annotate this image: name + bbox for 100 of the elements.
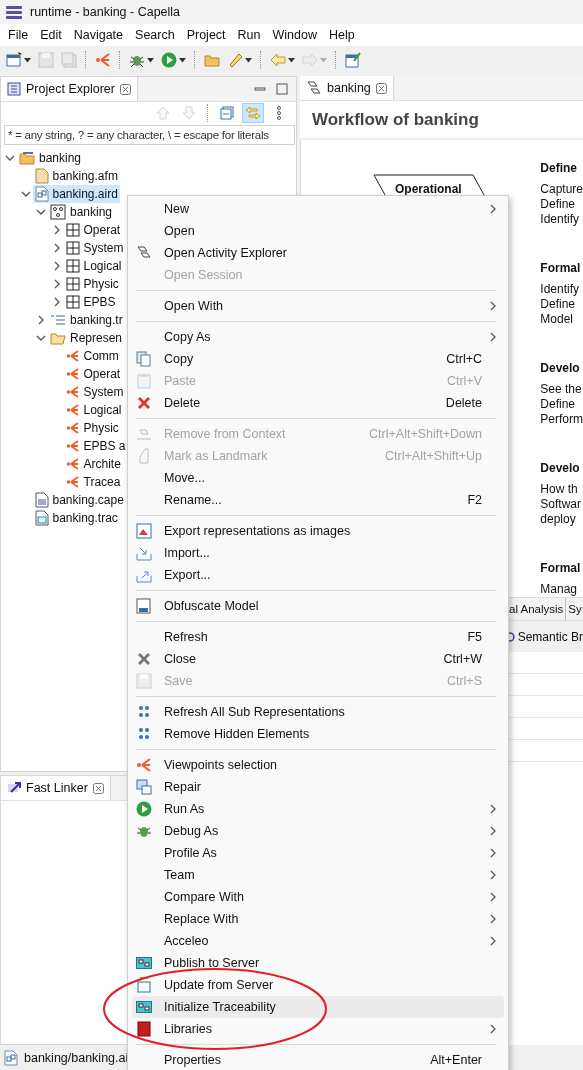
window-title: runtime - banking - Capella — [30, 5, 181, 19]
shortcut-text: Ctrl+S — [446, 674, 482, 688]
context-menu-item[interactable]: Import... — [132, 542, 504, 564]
context-menu-item[interactable]: Viewpoints selection — [132, 754, 504, 776]
context-menu-item[interactable]: Close Ctrl+W — [132, 648, 504, 670]
context-menu-item[interactable]: New — [132, 198, 504, 220]
context-menu-item[interactable]: Remove Hidden Elements — [132, 723, 504, 745]
context-menu-item[interactable]: Export... — [132, 564, 504, 586]
context-menu-item[interactable]: Open — [132, 220, 504, 242]
menu-item[interactable]: Navigate — [67, 25, 130, 45]
panel-tab[interactable]: Sy — [566, 598, 583, 620]
tree-item[interactable]: banking.cape — [32, 491, 126, 509]
context-menu-item[interactable]: Run As — [132, 798, 504, 820]
tree-item[interactable]: Physic — [63, 419, 121, 437]
editor-tab[interactable]: banking — [300, 76, 394, 100]
play-icon — [161, 52, 177, 68]
network-icon — [136, 726, 152, 742]
tree-item[interactable]: banking.trac — [32, 509, 120, 527]
explorer-icon — [7, 82, 21, 96]
view-tab[interactable]: Semantic Br — [517, 629, 583, 644]
chevron-right-icon[interactable] — [36, 315, 46, 325]
tree-item[interactable]: System — [63, 239, 126, 257]
chevron-down-icon[interactable] — [20, 189, 31, 199]
menu-item[interactable]: File — [2, 25, 35, 45]
context-menu-item[interactable]: Properties Alt+Enter — [132, 1049, 504, 1070]
tree-item[interactable]: System — [63, 383, 126, 401]
caret-icon — [245, 57, 252, 63]
context-menu-item[interactable]: Export representations as images — [132, 520, 504, 542]
tree-item[interactable]: Operat — [63, 365, 123, 383]
close-icon — [375, 82, 387, 94]
shortcut-text: Ctrl+Alt+Shift+Down — [369, 427, 482, 441]
context-menu-item[interactable]: Refresh F5 — [132, 626, 504, 648]
context-menu-item[interactable]: Copy As — [132, 326, 504, 348]
tree-item[interactable]: Represen — [48, 329, 125, 347]
fork-icon — [136, 757, 152, 773]
tree-item[interactable]: Physic — [63, 275, 121, 293]
tree-item[interactable]: banking.aird — [32, 185, 120, 203]
fork-icon — [65, 385, 80, 399]
chevron-down-icon[interactable] — [36, 333, 46, 343]
tree-item[interactable]: banking — [17, 149, 84, 167]
context-menu-item[interactable]: Replace With — [132, 908, 504, 930]
chevron-down-icon[interactable] — [5, 153, 15, 163]
tree-item[interactable]: banking.afm — [32, 167, 120, 185]
fork-icon — [65, 367, 80, 381]
context-menu-item[interactable]: Compare With — [132, 886, 504, 908]
paste-icon — [136, 373, 152, 389]
tree-item[interactable]: Logical — [63, 257, 124, 275]
chevron-down-icon[interactable] — [36, 207, 46, 217]
context-menu-item[interactable]: Obfuscate Model — [132, 595, 504, 617]
context-menu-item[interactable]: Delete Delete — [132, 392, 504, 414]
section-title: Formal — [540, 261, 582, 276]
menu-item[interactable]: Project — [180, 25, 232, 45]
context-menu-item[interactable]: Refresh All Sub Representations — [132, 701, 504, 723]
context-menu-item[interactable]: Acceleo — [132, 930, 504, 952]
tree-item[interactable]: Operat — [63, 221, 123, 239]
context-menu-item[interactable]: Open With — [132, 295, 504, 317]
context-menu-item[interactable]: Initialize Traceability — [132, 996, 504, 1018]
context-menu-item[interactable]: Libraries — [132, 1018, 504, 1040]
folder-icon — [204, 52, 220, 68]
context-menu-item[interactable]: Update from Server — [132, 974, 504, 996]
menu-item[interactable]: Run — [231, 25, 267, 45]
tree-item[interactable]: Logical — [63, 401, 124, 419]
binary-file-icon — [136, 598, 152, 614]
shortcut-text: Ctrl+C — [446, 352, 482, 366]
tree-item[interactable]: EPBS a — [63, 437, 128, 455]
tree-item[interactable]: EPBS — [63, 293, 118, 311]
context-menu-item[interactable]: Rename... F2 — [132, 489, 504, 511]
context-menu-item[interactable]: Open Activity Explorer — [132, 242, 504, 264]
context-menu-item[interactable]: Profile As — [132, 842, 504, 864]
tree-item[interactable]: banking.tr — [48, 311, 125, 329]
menu-item[interactable]: Search — [129, 25, 181, 45]
context-menu-item[interactable]: Team — [132, 864, 504, 886]
tree-item[interactable]: Archite — [63, 455, 123, 473]
filter-field[interactable]: * = any string, ? = any character, \ = escape for literals — [4, 125, 295, 145]
menu-item[interactable]: Help — [322, 25, 361, 45]
menu-item[interactable]: Window — [266, 25, 323, 45]
trace-file-icon — [34, 510, 49, 526]
section-title: Define — [540, 161, 578, 176]
link-icon — [7, 781, 21, 795]
view-tab[interactable]: Fast Linker — [1, 776, 111, 800]
section-title: Develo — [540, 461, 581, 476]
grid-icon — [65, 259, 80, 273]
context-menu-item[interactable]: Copy Ctrl+C — [132, 348, 504, 370]
forward-arrow-icon — [302, 52, 318, 68]
tree-item[interactable]: Comm — [63, 347, 121, 365]
section-text: Define — [540, 297, 576, 312]
tree-item[interactable]: Tracea — [63, 473, 123, 491]
tree-item[interactable]: banking — [48, 203, 115, 221]
caret-icon — [147, 57, 154, 63]
context-menu-item[interactable]: Repair — [132, 776, 504, 798]
menu-item[interactable]: Edit — [34, 25, 68, 45]
file-icon — [34, 168, 49, 184]
editor-heading: Workflow of banking — [312, 109, 479, 130]
view-tab[interactable]: Project Explorer — [1, 77, 138, 101]
section-text: Capture — [540, 182, 583, 197]
context-menu-item[interactable]: Debug As — [132, 820, 504, 842]
context-menu-item[interactable]: Move... — [132, 467, 504, 489]
chevron-right-icon — [488, 332, 498, 342]
context-menu-item[interactable]: Publish to Server — [132, 952, 504, 974]
fork-icon — [65, 349, 80, 363]
